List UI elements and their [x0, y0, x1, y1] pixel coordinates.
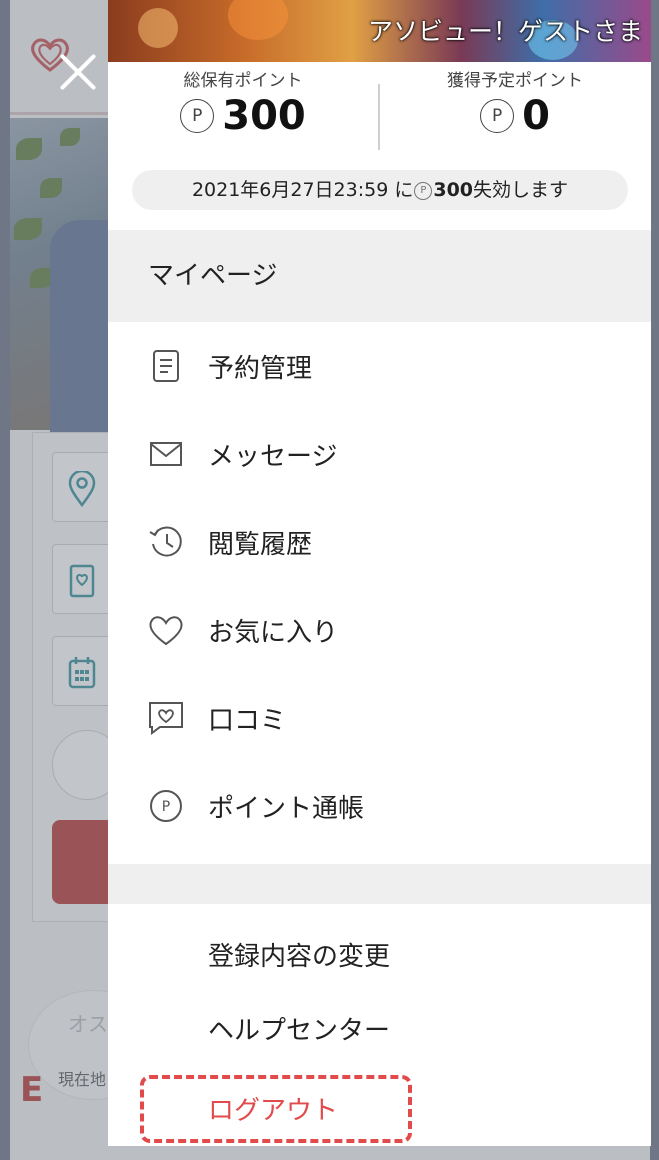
mypage-link[interactable]: マイページ	[108, 230, 651, 322]
user-greeting: アソビュー！ゲストさま	[367, 17, 643, 46]
point-icon: P	[180, 99, 215, 133]
history-icon	[146, 522, 186, 562]
menu-item-label: お気に入り	[208, 617, 339, 648]
logout-button[interactable]: ログアウト	[208, 1090, 338, 1127]
menu-item-label: ポイント通帳	[208, 793, 365, 824]
side-drawer: アソビュー！ゲストさま 総保有ポイント P 300 獲得予定ポイント P 0 2…	[108, 0, 651, 1146]
point-icon: P	[414, 181, 433, 200]
heart-icon	[146, 610, 186, 650]
expiry-date: 2021年6月27日23:59 に	[191, 179, 414, 201]
edit-profile-link[interactable]: 登録内容の変更	[108, 920, 651, 994]
expiry-amount: 300	[433, 179, 474, 201]
close-menu-button[interactable]	[56, 50, 100, 94]
pending-points: 獲得予定ポイント P 0	[380, 70, 650, 138]
menu-item-reservations[interactable]: 予約管理	[108, 322, 651, 410]
menu-item-favorites[interactable]: お気に入り	[108, 586, 651, 674]
point-expiry-notice: 2021年6月27日23:59 に P 300失効します	[132, 170, 628, 210]
help-center-link[interactable]: ヘルプセンター	[108, 994, 651, 1068]
menu-item-label: 予約管理	[208, 353, 313, 384]
account-links: 登録内容の変更 ヘルプセンター	[108, 920, 651, 1068]
total-points: 総保有ポイント P 300	[108, 70, 378, 138]
total-points-label: 総保有ポイント	[183, 71, 303, 91]
total-points-value: 300	[222, 93, 306, 139]
point-icon: P	[480, 99, 515, 133]
expiry-suffix: 失効します	[473, 179, 569, 201]
review-icon	[146, 698, 186, 738]
menu-item-label: メッセージ	[208, 441, 338, 472]
menu-item-reviews[interactable]: 口コミ	[108, 674, 651, 762]
menu-item-messages[interactable]: メッセージ	[108, 410, 651, 498]
user-banner: アソビュー！ゲストさま	[108, 0, 651, 62]
envelope-icon	[146, 434, 186, 474]
document-icon	[146, 346, 186, 386]
point-icon: P	[146, 786, 186, 826]
menu-item-history[interactable]: 閲覧履歴	[108, 498, 651, 586]
points-summary: 総保有ポイント P 300 獲得予定ポイント P 0	[108, 70, 651, 158]
menu-list: 予約管理 メッセージ 閲覧履歴 お気に入り 口コミ P ポイント通帳	[108, 322, 651, 850]
menu-item-label: 口コミ	[208, 705, 287, 736]
pending-points-label: 獲得予定ポイント	[447, 71, 583, 91]
menu-item-point-passbook[interactable]: P ポイント通帳	[108, 762, 651, 850]
pending-points-value: 0	[522, 93, 550, 139]
menu-item-label: 閲覧履歴	[208, 529, 313, 560]
section-divider	[108, 864, 651, 904]
svg-text:P: P	[162, 799, 170, 815]
